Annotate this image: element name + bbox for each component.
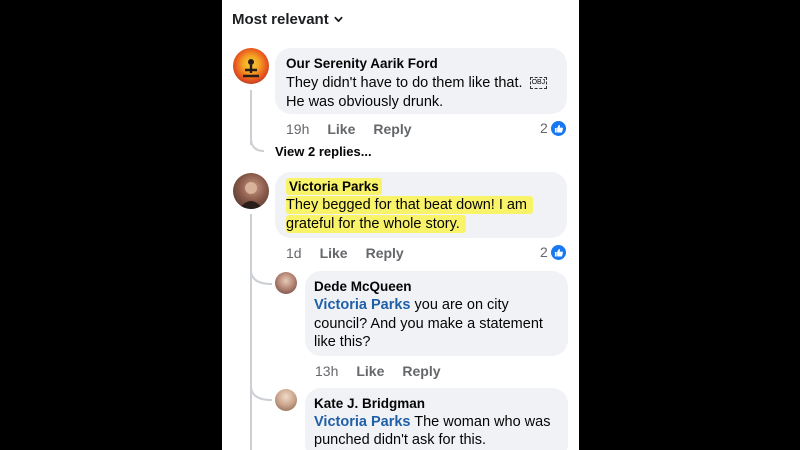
like-button[interactable]: Like	[327, 121, 355, 137]
comment-time[interactable]: 19h	[286, 121, 309, 137]
avatar[interactable]	[233, 48, 269, 84]
thread-line	[250, 90, 252, 145]
reply-text: like this?	[314, 334, 371, 350]
reply-button[interactable]: Reply	[373, 121, 411, 137]
reply-actions: 13h Like Reply	[315, 363, 441, 379]
like-button[interactable]: Like	[356, 363, 384, 379]
comment-text: grateful for the whole story.	[286, 215, 466, 234]
reply-text: Victoria Parks The woman who was	[314, 414, 551, 430]
comment-author[interactable]: Our Serenity Aarik Ford	[286, 56, 438, 71]
reply-connector	[250, 270, 273, 285]
reply-time[interactable]: 13h	[315, 363, 338, 379]
thumbs-up-icon	[550, 120, 566, 136]
comment-actions: 1d Like Reply	[286, 245, 404, 261]
comment-actions: 19h Like Reply	[286, 121, 412, 137]
thread-line	[250, 214, 252, 450]
reply-author[interactable]: Dede McQueen	[314, 279, 412, 294]
meditation-figure-icon	[243, 59, 259, 78]
reply-connector	[250, 386, 273, 401]
reply-button[interactable]: Reply	[402, 363, 440, 379]
reply-text: council? And you make a statement	[314, 316, 543, 332]
reply-button[interactable]: Reply	[366, 245, 404, 261]
mention-link[interactable]: Victoria Parks	[314, 414, 410, 430]
thread-connector	[250, 138, 265, 152]
reply-bubble: Kate J. Bridgman Victoria Parks The woma…	[305, 388, 568, 450]
chevron-down-icon	[334, 16, 343, 23]
comment-text: They begged for that beat down! I am	[286, 196, 534, 215]
comments-panel: Most relevant Our Serenity Aarik Ford Th…	[222, 0, 579, 450]
comment-bubble: Victoria Parks They begged for that beat…	[275, 172, 567, 238]
comment-time[interactable]: 1d	[286, 245, 302, 261]
reply-text: punched didn't ask for this.	[314, 432, 487, 448]
like-button[interactable]: Like	[320, 245, 348, 261]
person-photo-icon	[239, 182, 263, 209]
reply-author[interactable]: Kate J. Bridgman	[314, 396, 425, 411]
avatar[interactable]	[275, 272, 297, 294]
reply-bubble: Dede McQueen Victoria Parks you are on c…	[305, 271, 568, 356]
avatar[interactable]	[233, 173, 269, 209]
object-replacement-icon: OBJ	[529, 77, 548, 90]
sort-label: Most relevant	[232, 11, 329, 28]
reaction-count[interactable]: 2	[540, 244, 566, 260]
comment-bubble: Our Serenity Aarik Ford They didn't have…	[275, 48, 567, 114]
avatar[interactable]	[275, 389, 297, 411]
comment-author[interactable]: Victoria Parks	[286, 178, 382, 195]
mention-link[interactable]: Victoria Parks	[314, 297, 410, 313]
comment-text: They didn't have to do them like that. O…	[286, 75, 548, 91]
reply-text: Victoria Parks you are on city	[314, 297, 509, 313]
reaction-count[interactable]: 2	[540, 120, 566, 136]
thumbs-up-icon	[550, 244, 566, 260]
comment-text: He was obviously drunk.	[286, 94, 444, 110]
sort-dropdown[interactable]: Most relevant	[232, 11, 343, 28]
view-replies-link[interactable]: View 2 replies...	[275, 144, 372, 159]
